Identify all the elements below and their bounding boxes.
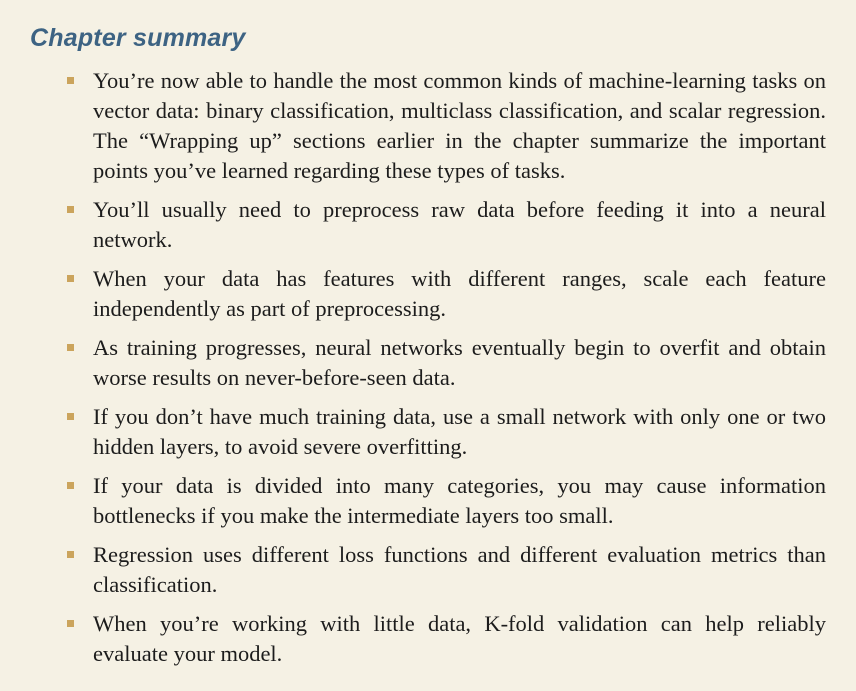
square-bullet-icon	[67, 77, 74, 84]
summary-item: If your data is divided into many catego…	[30, 471, 826, 531]
summary-item-text: When you’re working with little data, K-…	[93, 611, 826, 666]
summary-item: If you don’t have much training data, us…	[30, 402, 826, 462]
summary-item-text: Regression uses different loss functions…	[93, 542, 826, 597]
square-bullet-icon	[67, 206, 74, 213]
summary-title: Chapter summary	[30, 24, 246, 52]
square-bullet-icon	[67, 275, 74, 282]
summary-item-text: As training progresses, neural networks …	[93, 335, 826, 390]
summary-item-text: If you don’t have much training data, us…	[93, 404, 826, 459]
summary-item-text: You’ll usually need to preprocess raw da…	[93, 197, 826, 252]
summary-item-text: You’re now able to handle the most commo…	[93, 68, 826, 183]
square-bullet-icon	[67, 344, 74, 351]
square-bullet-icon	[67, 482, 74, 489]
summary-item: Regression uses different loss functions…	[30, 540, 826, 600]
summary-item: You’ll usually need to preprocess raw da…	[30, 195, 826, 255]
chapter-summary-box: Chapter summary You’re now able to handl…	[0, 0, 856, 691]
summary-item: When your data has features with differe…	[30, 264, 826, 324]
square-bullet-icon	[67, 620, 74, 627]
summary-item: You’re now able to handle the most commo…	[30, 66, 826, 186]
summary-item: When you’re working with little data, K-…	[30, 609, 826, 669]
summary-list: You’re now able to handle the most commo…	[30, 66, 826, 669]
square-bullet-icon	[67, 551, 74, 558]
square-bullet-icon	[67, 413, 74, 420]
summary-item-text: If your data is divided into many catego…	[93, 473, 826, 528]
summary-item-text: When your data has features with differe…	[93, 266, 826, 321]
summary-item: As training progresses, neural networks …	[30, 333, 826, 393]
